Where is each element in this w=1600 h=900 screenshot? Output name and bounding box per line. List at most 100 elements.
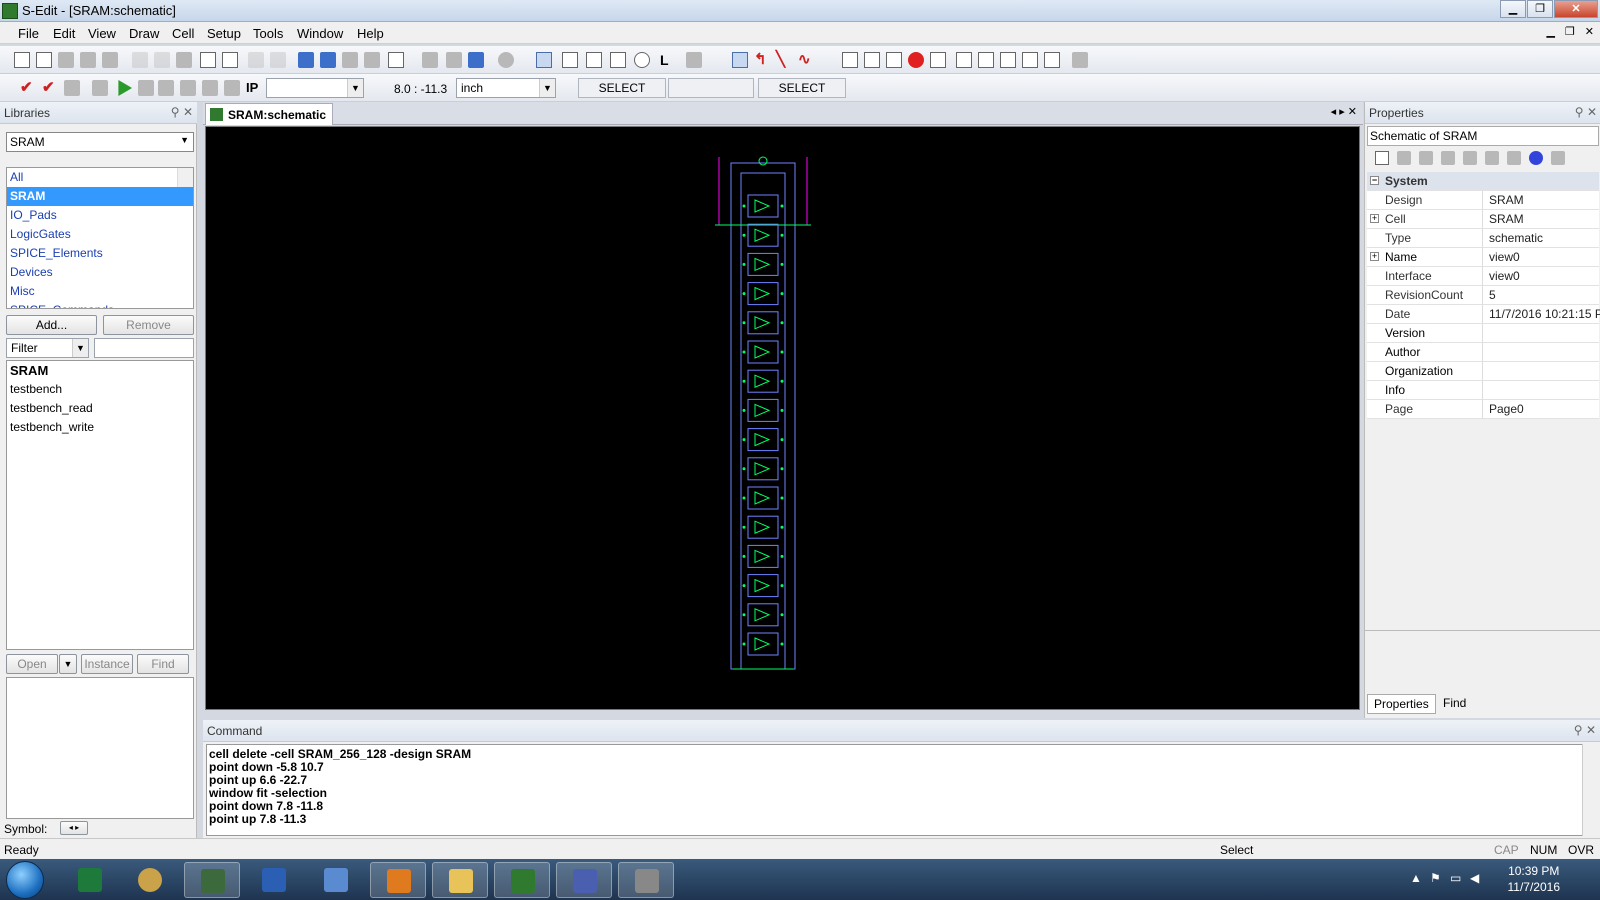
path-tool-icon[interactable] [610,52,626,68]
color-icon[interactable] [1529,151,1543,165]
pin-icon[interactable]: ⚲ [1574,723,1583,737]
simulation-combo[interactable]: ▼ [266,78,364,98]
input-port-icon[interactable] [956,52,972,68]
word-app[interactable] [246,862,302,898]
color-dropdown-icon[interactable] [498,52,514,68]
library-list[interactable]: All SRAM IO_Pads LogicGates SPICE_Elemen… [6,167,194,309]
property-row[interactable]: Design SRAM [1367,191,1599,210]
menu-edit[interactable]: Edit [53,26,75,41]
wire-bend-icon[interactable]: ↰ [754,52,770,68]
property-row[interactable]: Organization [1367,362,1599,381]
duplicate-icon[interactable] [200,52,216,68]
pin-icon[interactable]: ⚲ [171,105,180,119]
library-item-io-pads[interactable]: IO_Pads [7,206,193,225]
property-row[interactable]: + Name view0 [1367,248,1599,267]
label-tool-icon[interactable]: L [660,52,676,68]
redo-icon[interactable] [270,52,286,68]
property-row[interactable]: Page Page0 [1367,400,1599,419]
tab-find[interactable]: Find [1437,694,1472,714]
s-edit-app[interactable] [494,862,550,898]
menu-draw[interactable]: Draw [129,26,159,41]
net-label-icon[interactable] [842,52,858,68]
delete-property-icon[interactable] [1397,151,1411,165]
network-icon[interactable]: ▭ [1450,871,1461,885]
push-into-icon[interactable] [342,52,358,68]
expand-icon[interactable]: + [1370,252,1379,261]
ip-icon[interactable]: IP [246,80,262,96]
visibility-eye-icon[interactable] [1551,151,1565,165]
property-row[interactable]: Info [1367,381,1599,400]
cell-item-testbench-read[interactable]: testbench_read [7,399,193,418]
mdi-close-icon[interactable]: ✕ [1585,25,1594,38]
clock[interactable]: 10:39 PM 11/7/2016 [1508,863,1561,895]
panel-close-icon[interactable]: ✕ [1586,723,1596,737]
minimize-button[interactable]: ▁ [1500,0,1526,18]
pdf-app[interactable] [370,862,426,898]
action-center-icon[interactable]: ⚑ [1430,871,1441,885]
new-file-icon[interactable] [14,52,30,68]
volume-icon[interactable]: ◀ [1470,871,1479,885]
tab-sram-schematic[interactable]: SRAM:schematic [205,103,334,125]
probe-charge-icon[interactable] [224,80,240,96]
waveform-viewer-app[interactable] [556,862,612,898]
probe-icon[interactable] [908,52,924,68]
open-cell-button[interactable]: Open [6,654,58,674]
explorer-app[interactable] [432,862,488,898]
remove-library-button[interactable]: Remove [103,315,194,335]
tanner-app[interactable] [184,862,240,898]
setup-simulation-icon[interactable] [92,80,108,96]
instance-button[interactable]: Instance [81,654,133,674]
undo-icon[interactable] [248,52,264,68]
menu-window[interactable]: Window [297,26,343,41]
mdi-minimize-icon[interactable]: ▁ [1546,25,1554,38]
library-scrollbar[interactable] [177,168,193,187]
other-port-icon[interactable] [1022,52,1038,68]
property-row[interactable]: RevisionCount 5 [1367,286,1599,305]
maximize-button[interactable]: ❐ [1527,0,1553,18]
tray-arrow-icon[interactable]: ▲ [1410,871,1422,885]
instance-tool-icon[interactable] [686,52,702,68]
command-scrollbar[interactable] [1582,744,1598,836]
library-item-logicgates[interactable]: LogicGates [7,225,193,244]
stop-simulation-icon[interactable] [138,80,154,96]
select-pointer-icon[interactable] [536,52,552,68]
delete-icon[interactable] [222,52,238,68]
pop-out-icon[interactable] [364,52,380,68]
cell-list[interactable]: SRAM testbench testbench_read testbench_… [6,360,194,650]
filter-input[interactable] [94,338,194,358]
probe-voltage-icon[interactable] [180,80,196,96]
menu-cell[interactable]: Cell [172,26,194,41]
start-button[interactable] [6,861,44,899]
property-row[interactable]: Type schematic [1367,229,1599,248]
library-item-spice-elements[interactable]: SPICE_Elements [7,244,193,263]
library-item-spice-commands[interactable]: SPICE_Commands [7,301,193,308]
view-dropdown-icon[interactable] [388,52,404,68]
sort-alt-icon[interactable] [1463,151,1477,165]
copy-icon[interactable] [154,52,170,68]
circle-tool-icon[interactable] [634,52,650,68]
property-group-system[interactable]: − System [1367,172,1599,191]
property-row[interactable]: Version [1367,324,1599,343]
run-simulation-icon[interactable] [118,80,132,96]
menu-view[interactable]: View [88,26,116,41]
tab-scroll-close-icons[interactable]: ◂ ▸ ✕ [1331,105,1357,118]
menu-setup[interactable]: Setup [207,26,241,41]
polygon-tool-icon[interactable] [586,52,602,68]
cell-item-testbench-write[interactable]: testbench_write [7,418,193,437]
paste-icon[interactable] [176,52,192,68]
properties-pen-icon[interactable] [1072,52,1088,68]
command-log[interactable]: cell delete -cell SRAM_256_128 -design S… [206,744,1584,836]
open-dropdown-icon[interactable]: ▼ [59,654,77,674]
cut-icon[interactable] [132,52,148,68]
wire-curve-icon[interactable]: ∿ [798,52,814,68]
wire-orthogonal-icon[interactable] [732,52,748,68]
library-item-sram[interactable]: SRAM [7,187,193,206]
up-arrow-icon[interactable] [1419,151,1433,165]
probe-current-icon[interactable] [202,80,218,96]
library-item-misc[interactable]: Misc [7,282,193,301]
find-cell-button[interactable]: Find [137,654,189,674]
symbol-nav-arrows[interactable]: ◂ ▸ [60,821,88,835]
open-folder-icon[interactable] [58,52,74,68]
cell-item-sram[interactable]: SRAM [7,361,193,380]
units-combo[interactable]: inch ▼ [456,78,556,98]
